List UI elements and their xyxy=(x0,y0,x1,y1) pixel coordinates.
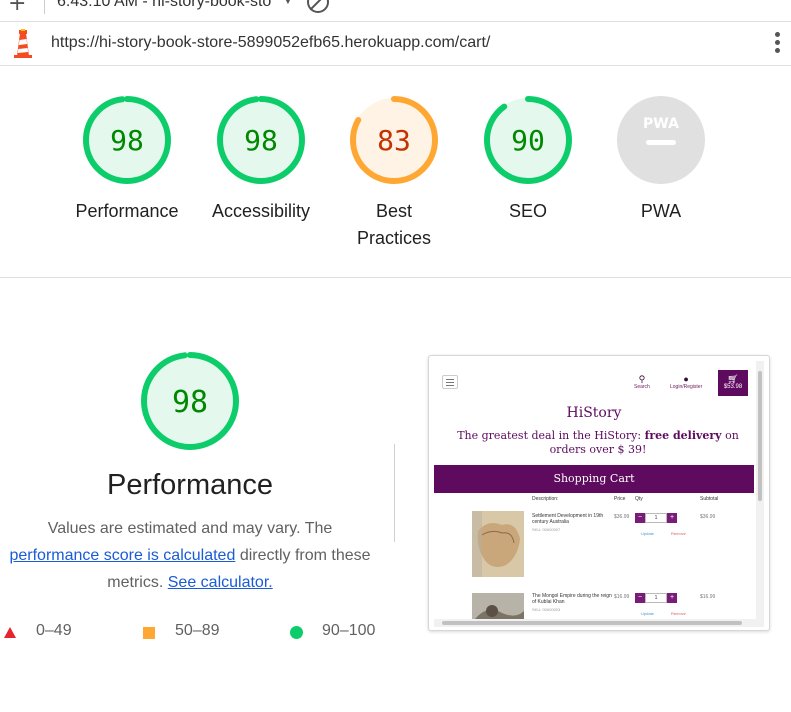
thumb-col-subtotal: Subtotal xyxy=(700,496,719,502)
seo-score-gauge: 90 xyxy=(484,96,572,184)
thumb-item-title: Settlement Development in 19th century A… xyxy=(532,513,604,525)
pwa-badge-text: PWA xyxy=(643,116,679,132)
triangle-icon xyxy=(4,627,16,638)
thumb-item-sku: SKU: 00000007 xyxy=(532,527,561,532)
plus-icon: + xyxy=(667,513,677,523)
thumb-remove-link: Remove xyxy=(671,611,686,616)
thumb-item-subtotal: $16.99 xyxy=(700,594,716,600)
user-icon: ● xyxy=(683,374,689,384)
url-bar: https://hi-story-book-store-5899052efb65… xyxy=(0,22,791,66)
plus-icon[interactable]: + xyxy=(8,0,26,16)
thumb-search-label: Search xyxy=(634,384,650,390)
block-icon[interactable] xyxy=(307,0,329,13)
thumb-item-sku: SKU: 00000003 xyxy=(532,607,561,612)
circle-icon xyxy=(290,626,303,639)
performance-main-gauge: 98 xyxy=(141,352,239,450)
performance-description: Values are estimated and may vary. The p… xyxy=(0,515,380,596)
thumb-login: ● Login/Register xyxy=(670,374,703,391)
thumb-shopping-cart-banner: Shopping Cart xyxy=(434,465,754,493)
page-url[interactable]: https://hi-story-book-store-5899052efb65… xyxy=(51,34,490,52)
thumb-col-price: Price xyxy=(614,496,626,502)
thumb-cart: 🛒︎ $53.98 xyxy=(718,370,748,396)
thumb-col-qty: Qty xyxy=(635,496,643,502)
accessibility-score-gauge: 98 xyxy=(217,96,305,184)
thumb-login-label: Login/Register xyxy=(670,384,703,390)
gauge-label: Best Practices xyxy=(329,198,459,252)
gauge-accessibility[interactable]: 98 Accessibility xyxy=(196,92,326,225)
see-calculator-link[interactable]: See calculator. xyxy=(168,574,273,591)
performance-title: Performance xyxy=(106,469,273,501)
thumb-col-description: Description: xyxy=(532,496,559,502)
performance-score-link[interactable]: performance score is calculated xyxy=(9,547,235,564)
thumb-remove-link: Remove xyxy=(671,531,686,536)
report-selector[interactable]: 6:43:10 AM - hi-story-book-sto xyxy=(57,0,271,11)
thumb-update-link: Update xyxy=(641,611,654,616)
gauge-label: PWA xyxy=(640,201,682,221)
desc-text-1: Values are estimated and may vary. The xyxy=(47,520,333,537)
gauge-label: Accessibility xyxy=(211,201,311,221)
thumb-update-link: Update xyxy=(641,531,654,536)
gauge-label-line1: Best xyxy=(375,201,413,221)
gauge-score: 90 xyxy=(511,124,545,157)
section-divider xyxy=(394,444,395,542)
thumb-qty-value: 1 xyxy=(645,593,667,603)
search-icon: ⚲ xyxy=(638,374,646,384)
thumb-item-price: $16.99 xyxy=(614,594,630,600)
gauge-label: Performance xyxy=(75,201,179,221)
thumb-brand: HiStory xyxy=(566,405,622,421)
minus-icon: − xyxy=(635,593,645,603)
thumb-promo: The greatest deal in the HiStory: free d… xyxy=(442,429,754,457)
thumb-promo-bold: free delivery xyxy=(644,429,722,442)
performance-main-score: 98 xyxy=(172,385,208,420)
legend-range-pass: 90–100 xyxy=(322,622,376,639)
gauge-label-line2: Practices xyxy=(356,228,432,248)
minus-icon: − xyxy=(635,513,645,523)
thumb-search: ⚲ Search xyxy=(634,374,650,391)
caret-down-icon[interactable]: ▼ xyxy=(282,0,294,7)
pwa-badge-icon: PWA xyxy=(617,96,705,184)
thumb-cart-row: Settlement Development in 19th century A… xyxy=(434,509,754,589)
thumb-item-title: The Mongol Empire during the reign of Ku… xyxy=(532,593,612,605)
thumb-item-price: $36.99 xyxy=(614,514,630,520)
thumb-promo-text-1: The greatest deal in the HiStory: xyxy=(457,429,642,442)
thumb-item-subtotal: $36.99 xyxy=(700,514,716,520)
legend-range-fail: 0–49 xyxy=(36,622,72,639)
legend-range-average: 50–89 xyxy=(175,622,220,639)
square-icon xyxy=(143,627,155,639)
thumb-cart-total: $53.98 xyxy=(723,384,743,390)
plus-icon: + xyxy=(667,593,677,603)
kebab-menu-icon[interactable] xyxy=(773,32,781,56)
category-gauges: 98 Performance 98 Accessibility 83 Best … xyxy=(0,66,791,278)
thumb-vertical-scrollbar xyxy=(756,361,764,627)
gauge-best-practices[interactable]: 83 Best Practices xyxy=(329,92,459,252)
gauge-score: 98 xyxy=(244,124,278,157)
gauge-score: 83 xyxy=(377,124,411,157)
gauge-pwa[interactable]: PWA PWA xyxy=(596,92,726,225)
thumb-qty-stepper: − 1 + xyxy=(635,593,677,603)
screenshot-content: ⚲ Search ● Login/Register 🛒︎ $53.98 HiSt… xyxy=(434,361,764,627)
best-practices-score-gauge: 83 xyxy=(350,96,438,184)
hamburger-icon xyxy=(442,375,458,389)
book-cover-map-image xyxy=(472,511,524,577)
gauge-seo[interactable]: 90 SEO xyxy=(463,92,593,225)
score-legend: 0–49 50–89 90–100 xyxy=(0,622,400,646)
thumb-horizontal-scrollbar xyxy=(434,619,756,627)
cart-icon: 🛒︎ xyxy=(727,374,739,384)
lighthouse-icon xyxy=(14,29,32,58)
gauge-performance[interactable]: 98 Performance xyxy=(62,92,192,225)
report-toolbar: + 6:43:10 AM - hi-story-book-sto ▼ xyxy=(0,0,791,22)
thumb-qty-stepper: − 1 + xyxy=(635,513,677,523)
thumb-qty-value: 1 xyxy=(645,513,667,523)
toolbar-divider xyxy=(44,0,45,14)
gauge-score: 98 xyxy=(110,124,144,157)
performance-score-gauge: 98 xyxy=(83,96,171,184)
final-screenshot[interactable]: ⚲ Search ● Login/Register 🛒︎ $53.98 HiSt… xyxy=(428,355,770,631)
gauge-label: SEO xyxy=(508,201,547,221)
